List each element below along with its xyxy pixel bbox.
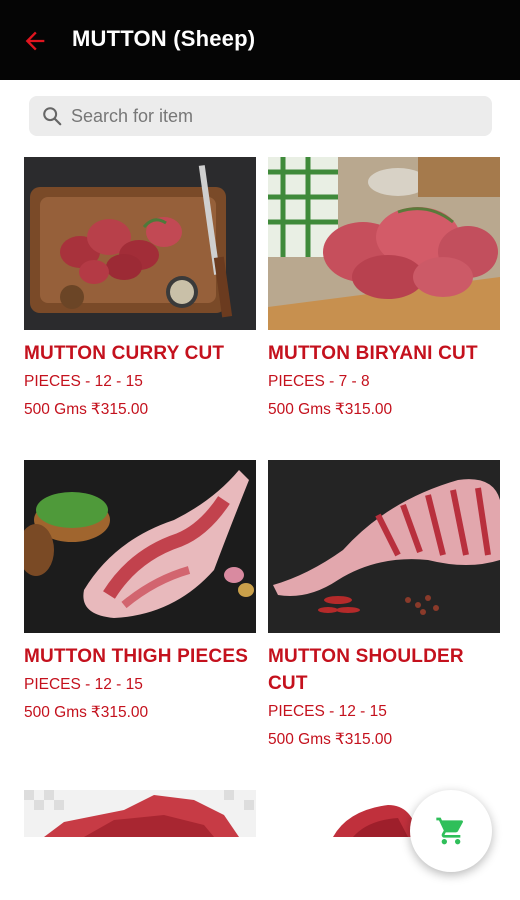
product-price: ₹315.00 (90, 401, 149, 418)
product-weight: 500 Gms (24, 401, 87, 418)
product-pieces: PIECES - 7 - 8 (268, 373, 370, 390)
cart-button[interactable] (410, 790, 492, 872)
product-name[interactable]: MUTTON CURRY CUT (24, 340, 256, 367)
product-image-curry-cut[interactable] (24, 157, 256, 330)
product-image-shoulder-cut[interactable] (268, 460, 500, 633)
product-image-biryani-cut[interactable] (268, 157, 500, 330)
product-image-thigh-pieces[interactable] (24, 460, 256, 633)
product-card[interactable]: MUTTON BIRYANI CUT PIECES - 7 - 8 500 Gm… (268, 157, 500, 421)
product-image-partial[interactable] (24, 790, 256, 837)
product-card[interactable] (24, 790, 256, 837)
product-weight: 500 Gms (268, 731, 331, 748)
product-weight: 500 Gms (24, 704, 87, 721)
product-weight: 500 Gms (268, 401, 331, 418)
product-name[interactable]: MUTTON SHOULDER CUT (268, 643, 500, 697)
product-name[interactable]: MUTTON THIGH PIECES (24, 643, 256, 670)
product-pieces: PIECES - 12 - 15 (268, 703, 387, 720)
product-card[interactable]: MUTTON CURRY CUT PIECES - 12 - 15 500 Gm… (24, 157, 256, 421)
product-price-row: 500 Gms ₹315.00 (268, 729, 500, 751)
product-price-row: 500 Gms ₹315.00 (24, 399, 256, 421)
product-price-row: 500 Gms ₹315.00 (268, 399, 500, 421)
shopping-cart-icon (436, 817, 464, 845)
product-pieces: PIECES - 12 - 15 (24, 373, 143, 390)
product-name[interactable]: MUTTON BIRYANI CUT (268, 340, 500, 367)
product-price-row: 500 Gms ₹315.00 (24, 702, 256, 724)
product-price: ₹315.00 (334, 731, 393, 748)
product-card[interactable]: MUTTON THIGH PIECES PIECES - 12 - 15 500… (24, 460, 256, 724)
product-pieces: PIECES - 12 - 15 (24, 676, 143, 693)
product-grid: MUTTON CURRY CUT PIECES - 12 - 15 500 Gm… (0, 0, 520, 900)
product-price: ₹315.00 (334, 401, 393, 418)
product-card[interactable]: MUTTON SHOULDER CUT PIECES - 12 - 15 500… (268, 460, 500, 751)
product-price: ₹315.00 (90, 704, 149, 721)
